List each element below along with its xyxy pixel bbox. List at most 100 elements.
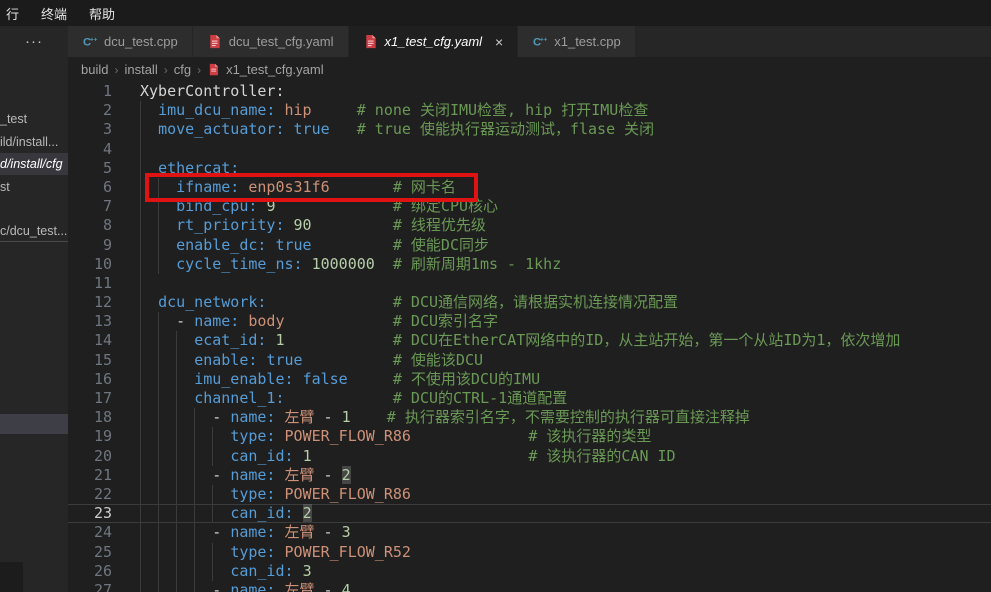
indent-guide bbox=[140, 274, 141, 293]
code-line[interactable]: 27 - name: 左臂 - 4 bbox=[68, 581, 991, 592]
tab-x1-test-cfg-yaml[interactable]: x1_test_cfg.yaml × bbox=[349, 26, 519, 57]
code-line[interactable]: 11 bbox=[68, 274, 991, 293]
token-com: # 该执行器的类型 bbox=[528, 427, 651, 445]
code-line[interactable]: 8 rt_priority: 90 # 线程优先级 bbox=[68, 216, 991, 235]
code-line[interactable]: 17 channel_1: # DCU的CTRL-1通道配置 bbox=[68, 389, 991, 408]
token-plain: - bbox=[176, 312, 194, 330]
code-line[interactable]: 21 - name: 左臂 - 2 bbox=[68, 466, 991, 485]
code-line[interactable]: 24 - name: 左臂 - 3 bbox=[68, 523, 991, 542]
sidebar-item[interactable]: _test bbox=[0, 108, 68, 130]
token-key: type: bbox=[230, 427, 275, 445]
menu-item-help[interactable]: 帮助 bbox=[89, 4, 115, 23]
indent-guide bbox=[158, 581, 159, 592]
code-line[interactable]: 1XyberController: bbox=[68, 82, 991, 101]
indent-guide bbox=[212, 427, 213, 446]
line-number: 23 bbox=[68, 504, 140, 523]
indent-guide bbox=[140, 581, 141, 592]
code-line[interactable]: 25 type: POWER_FLOW_R52 bbox=[68, 543, 991, 562]
token-str: 左臂 bbox=[285, 523, 315, 541]
sidebar-item[interactable]: c/dcu_test... bbox=[0, 220, 68, 242]
indent-guide bbox=[140, 236, 141, 255]
code-area[interactable]: 1XyberController:2 imu_dcu_name: hip # n… bbox=[68, 82, 991, 592]
indent-guide bbox=[176, 408, 177, 427]
breadcrumb-item-cfg[interactable]: cfg bbox=[174, 62, 191, 77]
indent-guide bbox=[176, 351, 177, 370]
token-plain bbox=[275, 427, 284, 445]
code-line[interactable]: 2 imu_dcu_name: hip # none 关闭IMU检查, hip … bbox=[68, 101, 991, 120]
token-plain bbox=[303, 351, 393, 369]
token-key: name: bbox=[194, 312, 239, 330]
code-text: dcu_network: # DCU通信网络，请根据实机连接情况配置 bbox=[140, 293, 678, 312]
token-plain bbox=[330, 120, 357, 138]
indent-guide bbox=[176, 504, 177, 523]
indent-guide bbox=[140, 312, 141, 331]
code-line[interactable]: 14 ecat_id: 1 # DCU在EtherCAT网络中的ID，从主站开始… bbox=[68, 331, 991, 350]
token-key: type: bbox=[230, 543, 275, 561]
vscode-window: 行 终端 帮助 ··· C++ dcu_test.cpp dcu_test_cf… bbox=[0, 0, 991, 592]
code-line[interactable]: 16 imu_enable: false # 不使用该DCU的IMU bbox=[68, 370, 991, 389]
code-line[interactable]: 23 can_id: 2 bbox=[68, 504, 991, 523]
token-com: # 该执行器的CAN ID bbox=[528, 447, 675, 465]
code-line[interactable]: 19 type: POWER_FLOW_R86 # 该执行器的类型 bbox=[68, 427, 991, 446]
menu-item-terminal[interactable]: 终端 bbox=[41, 4, 67, 23]
indent-guide bbox=[158, 389, 159, 408]
breadcrumb-item-install[interactable]: install bbox=[124, 62, 157, 77]
sidebar-item[interactable]: ild/install... bbox=[0, 131, 68, 153]
more-actions-icon[interactable]: ··· bbox=[0, 26, 68, 57]
highlighted-token: 2 bbox=[342, 466, 351, 484]
indent-guide bbox=[140, 504, 141, 523]
indent-guide bbox=[212, 562, 213, 581]
line-number: 21 bbox=[68, 466, 140, 485]
yaml-file-icon bbox=[207, 34, 222, 49]
tab-x1-test-cpp[interactable]: C++ x1_test.cpp bbox=[518, 26, 636, 57]
line-number: 17 bbox=[68, 389, 140, 408]
code-line[interactable]: 15 enable: true # 使能该DCU bbox=[68, 351, 991, 370]
code-text: type: POWER_FLOW_R86 bbox=[140, 485, 411, 504]
token-plain: - bbox=[212, 523, 230, 541]
token-key: cycle_time_ns: bbox=[176, 255, 302, 273]
token-key: name: bbox=[230, 466, 275, 484]
indent-guide bbox=[176, 485, 177, 504]
line-number: 2 bbox=[68, 101, 140, 120]
breadcrumb-item-build[interactable]: build bbox=[81, 62, 108, 77]
code-line[interactable]: 3 move_actuator: true # true 使能执行器运动测试，f… bbox=[68, 120, 991, 139]
token-str: 左臂 bbox=[285, 408, 315, 426]
menu-item-run[interactable]: 行 bbox=[6, 4, 19, 23]
chevron-right-icon: › bbox=[114, 63, 118, 77]
indent-guide bbox=[158, 427, 159, 446]
token-plain: - bbox=[212, 466, 230, 484]
close-tab-icon[interactable]: × bbox=[495, 34, 503, 50]
code-line[interactable]: 9 enable_dc: true # 使能DC同步 bbox=[68, 236, 991, 255]
sidebar-bottom-corner bbox=[0, 562, 23, 592]
indent-guide bbox=[158, 331, 159, 350]
token-key: name: bbox=[230, 408, 275, 426]
sidebar-item[interactable]: st bbox=[0, 176, 68, 198]
code-line[interactable]: 10 cycle_time_ns: 1000000 # 刷新周期1ms - 1k… bbox=[68, 255, 991, 274]
token-key: imu_dcu_name: bbox=[158, 101, 275, 119]
code-text: - name: 左臂 - 1 # 执行器索引名字，不需要控制的执行器可直接注释掉 bbox=[140, 408, 750, 427]
code-line[interactable]: 18 - name: 左臂 - 1 # 执行器索引名字，不需要控制的执行器可直接… bbox=[68, 408, 991, 427]
code-line[interactable]: 4 bbox=[68, 140, 991, 159]
breadcrumb-item-file[interactable]: x1_test_cfg.yaml bbox=[226, 62, 324, 77]
code-line[interactable]: 20 can_id: 1 # 该执行器的CAN ID bbox=[68, 447, 991, 466]
indent-guide bbox=[140, 543, 141, 562]
token-plain bbox=[285, 312, 393, 330]
token-str: 左臂 bbox=[285, 466, 315, 484]
sidebar-item-selected[interactable]: d/install/cfg bbox=[0, 153, 68, 175]
code-line[interactable]: 26 can_id: 3 bbox=[68, 562, 991, 581]
code-text: ecat_id: 1 # DCU在EtherCAT网络中的ID，从主站开始，第一… bbox=[140, 331, 900, 350]
tab-dcu-test-cpp[interactable]: C++ dcu_test.cpp bbox=[68, 26, 193, 57]
code-line[interactable]: 13 - name: body # DCU索引名字 bbox=[68, 312, 991, 331]
tab-dcu-test-cfg-yaml[interactable]: dcu_test_cfg.yaml bbox=[193, 26, 349, 57]
cpp-file-icon: C++ bbox=[532, 34, 547, 49]
line-number: 14 bbox=[68, 331, 140, 350]
code-line[interactable]: 22 type: POWER_FLOW_R86 bbox=[68, 485, 991, 504]
token-plain bbox=[140, 447, 230, 465]
indent-guide bbox=[176, 370, 177, 389]
indent-guide bbox=[158, 408, 159, 427]
sidebar-highlight-row[interactable] bbox=[0, 414, 68, 434]
code-text: - name: 左臂 - 4 bbox=[140, 581, 351, 592]
indent-guide bbox=[140, 255, 141, 274]
code-line[interactable]: 12 dcu_network: # DCU通信网络，请根据实机连接情况配置 bbox=[68, 293, 991, 312]
indent-guide bbox=[158, 370, 159, 389]
